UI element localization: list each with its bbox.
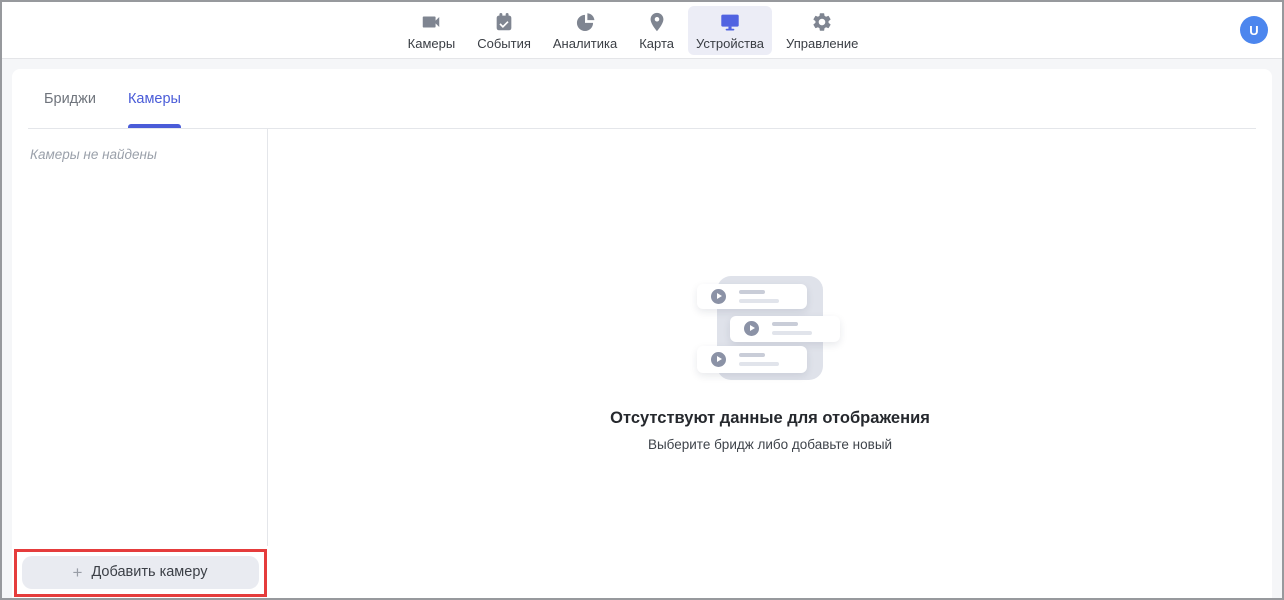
play-icon xyxy=(744,321,759,336)
nav-label: Камеры xyxy=(408,36,456,51)
empty-state-illustration xyxy=(695,276,845,380)
event-icon xyxy=(493,11,515,33)
app-window: Камеры События xyxy=(0,0,1284,600)
empty-state: Отсутствуют данные для отображения Выбер… xyxy=(268,129,1272,598)
content-card: Бриджи Камеры Камеры не найдены + Добави… xyxy=(12,69,1272,598)
plus-icon: + xyxy=(73,564,83,581)
nav-item-events[interactable]: События xyxy=(469,6,539,55)
illustration-list-item xyxy=(730,316,840,342)
tab-bar: Бриджи Камеры xyxy=(12,69,1272,128)
camera-sidebar: Камеры не найдены + Добавить камеру xyxy=(12,129,268,598)
play-icon xyxy=(711,352,726,367)
nav-label: Аналитика xyxy=(553,36,617,51)
placeholder-text-lines xyxy=(739,290,779,303)
add-camera-button[interactable]: + Добавить камеру xyxy=(22,556,259,589)
play-icon xyxy=(711,289,726,304)
sidebar-footer: + Добавить камеру xyxy=(12,546,268,598)
top-nav-bar: Камеры События xyxy=(2,2,1282,59)
camera-list: Камеры не найдены xyxy=(12,129,268,546)
content-row: Камеры не найдены + Добавить камеру xyxy=(12,129,1272,598)
videocam-icon xyxy=(420,11,442,33)
nav-label: События xyxy=(477,36,531,51)
illustration-list-item xyxy=(697,346,807,373)
illustration-list-item xyxy=(697,284,807,309)
add-camera-label: Добавить камеру xyxy=(91,564,207,580)
gear-icon xyxy=(811,11,833,33)
pie-chart-icon xyxy=(574,11,596,33)
nav-label: Устройства xyxy=(696,36,764,51)
nav-label: Управление xyxy=(786,36,858,51)
nav-item-analytics[interactable]: Аналитика xyxy=(545,6,625,55)
nav-item-map[interactable]: Карта xyxy=(631,6,682,55)
tab-cameras[interactable]: Камеры xyxy=(112,69,197,128)
user-avatar[interactable]: U xyxy=(1240,16,1268,44)
monitor-icon xyxy=(719,11,741,33)
tab-bridges[interactable]: Бриджи xyxy=(28,69,112,128)
empty-state-title: Отсутствуют данные для отображения xyxy=(610,409,930,428)
empty-list-text: Камеры не найдены xyxy=(30,147,157,162)
main-nav: Камеры События xyxy=(400,6,867,55)
map-pin-icon xyxy=(646,11,668,33)
nav-item-management[interactable]: Управление xyxy=(778,6,866,55)
nav-item-cameras[interactable]: Камеры xyxy=(400,6,464,55)
nav-label: Карта xyxy=(639,36,674,51)
nav-item-devices[interactable]: Устройства xyxy=(688,6,772,55)
placeholder-text-lines xyxy=(772,322,812,335)
placeholder-text-lines xyxy=(739,353,779,366)
empty-state-subtitle: Выберите бридж либо добавьте новый xyxy=(648,437,892,452)
